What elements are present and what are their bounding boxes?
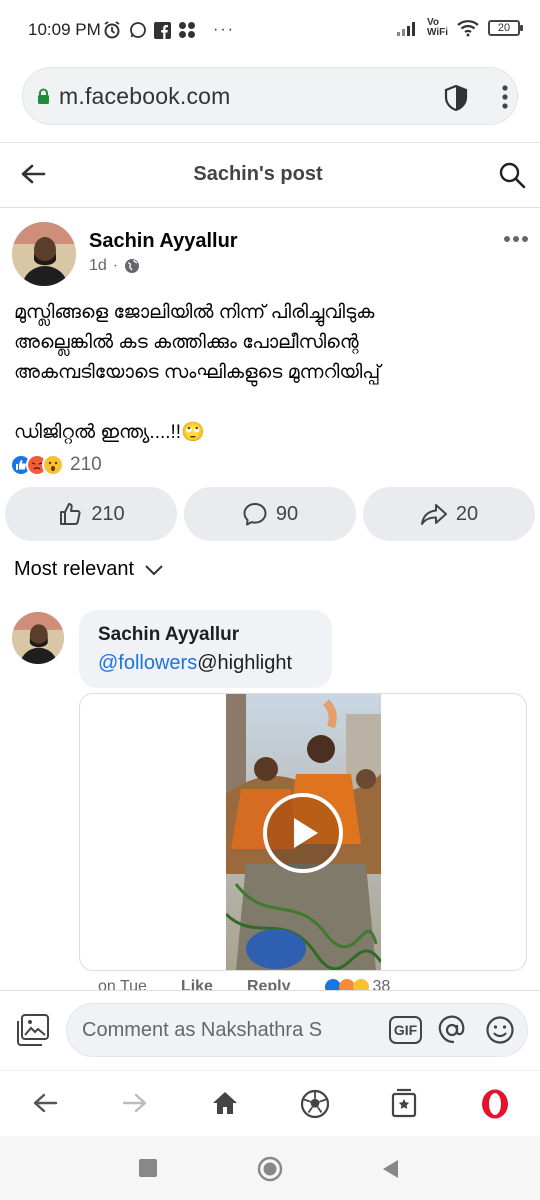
shield-icon[interactable] (443, 84, 469, 112)
thumbs-up-icon (60, 503, 81, 525)
opera-menu-icon[interactable] (480, 1088, 510, 1120)
address-bar[interactable]: m.facebook.com (22, 67, 518, 125)
comment-placeholder: Comment as Nakshathra S (82, 1019, 323, 1041)
comment-input[interactable]: Comment as Nakshathra S GIF (66, 1003, 528, 1057)
post-time[interactable]: 1d (89, 257, 107, 275)
status-icons: ··· (102, 20, 235, 40)
post-header: Sachin's post (0, 142, 540, 208)
comment-composer: Comment as Nakshathra S GIF (0, 990, 540, 1068)
search-icon[interactable] (498, 161, 526, 189)
browser-back-icon[interactable] (32, 1092, 58, 1114)
author-avatar[interactable] (12, 222, 76, 286)
more-dots-icon: ··· (213, 21, 235, 38)
post-text-line: മുസ്ലിങ്ങളെ ജോലിയിൽ നിന്ന് പിരിച്ചുവിടുക (14, 302, 375, 323)
comment-body: @highlight (197, 652, 293, 674)
like-count: 210 (91, 502, 125, 525)
browser-menu-icon[interactable] (501, 84, 509, 110)
emoji-icon[interactable] (485, 1015, 515, 1045)
page-title: Sachin's post (193, 163, 323, 185)
post-text: മുസ്ലിങ്ങളെ ജോലിയിൽ നിന്ന് പിരിച്ചുവിടുക… (14, 298, 524, 448)
post-text-line: അകമ്പടിയോടെ സംഘികളുടെ മുന്നറിയിപ്പ് (14, 362, 381, 383)
recents-button[interactable] (139, 1159, 157, 1177)
comment-sort-dropdown[interactable]: Most relevant (14, 558, 164, 581)
comment-bubble[interactable]: Sachin Ayyallur @followers@highlight (79, 610, 332, 688)
photo-icon[interactable] (16, 1013, 50, 1047)
video-thumbnail[interactable] (226, 694, 381, 970)
browser-navigation-bar (0, 1070, 540, 1136)
post-options-icon[interactable] (503, 235, 529, 243)
reaction-count: 210 (70, 454, 102, 475)
play-button-icon[interactable] (262, 792, 344, 874)
gif-button[interactable]: GIF (389, 1016, 422, 1044)
facebook-icon (154, 21, 171, 39)
mention-icon[interactable] (437, 1015, 467, 1045)
wow-reaction-icon (42, 454, 64, 476)
gif-label: GIF (393, 1022, 418, 1038)
comment-button[interactable]: 90 (184, 487, 356, 541)
like-button[interactable]: 210 (5, 487, 177, 541)
share-icon (420, 504, 447, 525)
post-text-line: അല്ലെങ്കിൽ കട കത്തിക്കും പോലീസിന്റെ (14, 332, 359, 353)
author-name[interactable]: Sachin Ayyallur (89, 230, 238, 253)
browser-forward-icon[interactable] (122, 1092, 148, 1114)
wifi-icon (457, 20, 479, 37)
app-icon (179, 22, 195, 38)
chevron-down-icon (145, 564, 163, 575)
home-button[interactable] (257, 1156, 283, 1182)
comment-text: @followers@highlight (98, 652, 292, 675)
post-text-line: ഡിജിറ്റൽ ഇന്ത്യ....!!🙄 (14, 422, 205, 443)
status-right: Vo WiFi 20 (396, 17, 523, 38)
commenter-avatar[interactable] (12, 612, 64, 664)
url-text[interactable]: m.facebook.com (59, 83, 231, 110)
meta-separator: · (112, 257, 119, 274)
comment-mention[interactable]: @followers (98, 652, 197, 674)
vowifi-label: Vo WiFi (426, 17, 448, 38)
share-count: 20 (455, 502, 479, 525)
share-button[interactable]: 20 (363, 487, 535, 541)
comment-icon (243, 503, 267, 526)
home-icon[interactable] (211, 1090, 239, 1116)
system-navigation-bar (0, 1136, 540, 1200)
comment-sort-label: Most relevant (14, 558, 135, 580)
video-attachment[interactable] (79, 693, 527, 971)
post-meta: 1d · (89, 257, 140, 275)
soccer-ball-icon[interactable] (300, 1089, 330, 1119)
whatsapp-icon (130, 22, 146, 38)
battery-indicator: 20 (488, 20, 523, 36)
system-back-button[interactable] (380, 1158, 400, 1180)
signal-icon (396, 22, 415, 36)
commenter-name[interactable]: Sachin Ayyallur (98, 624, 239, 646)
status-time: 10:09 PM (28, 20, 101, 39)
status-bar: 10:09 PM ··· Vo WiFi 20 (0, 0, 540, 60)
globe-icon (125, 259, 140, 273)
lock-icon (38, 88, 49, 104)
tabs-icon[interactable] (390, 1087, 418, 1119)
alarm-icon (104, 21, 120, 39)
comment-count: 90 (275, 502, 299, 525)
reaction-summary[interactable]: 210 (10, 454, 102, 476)
